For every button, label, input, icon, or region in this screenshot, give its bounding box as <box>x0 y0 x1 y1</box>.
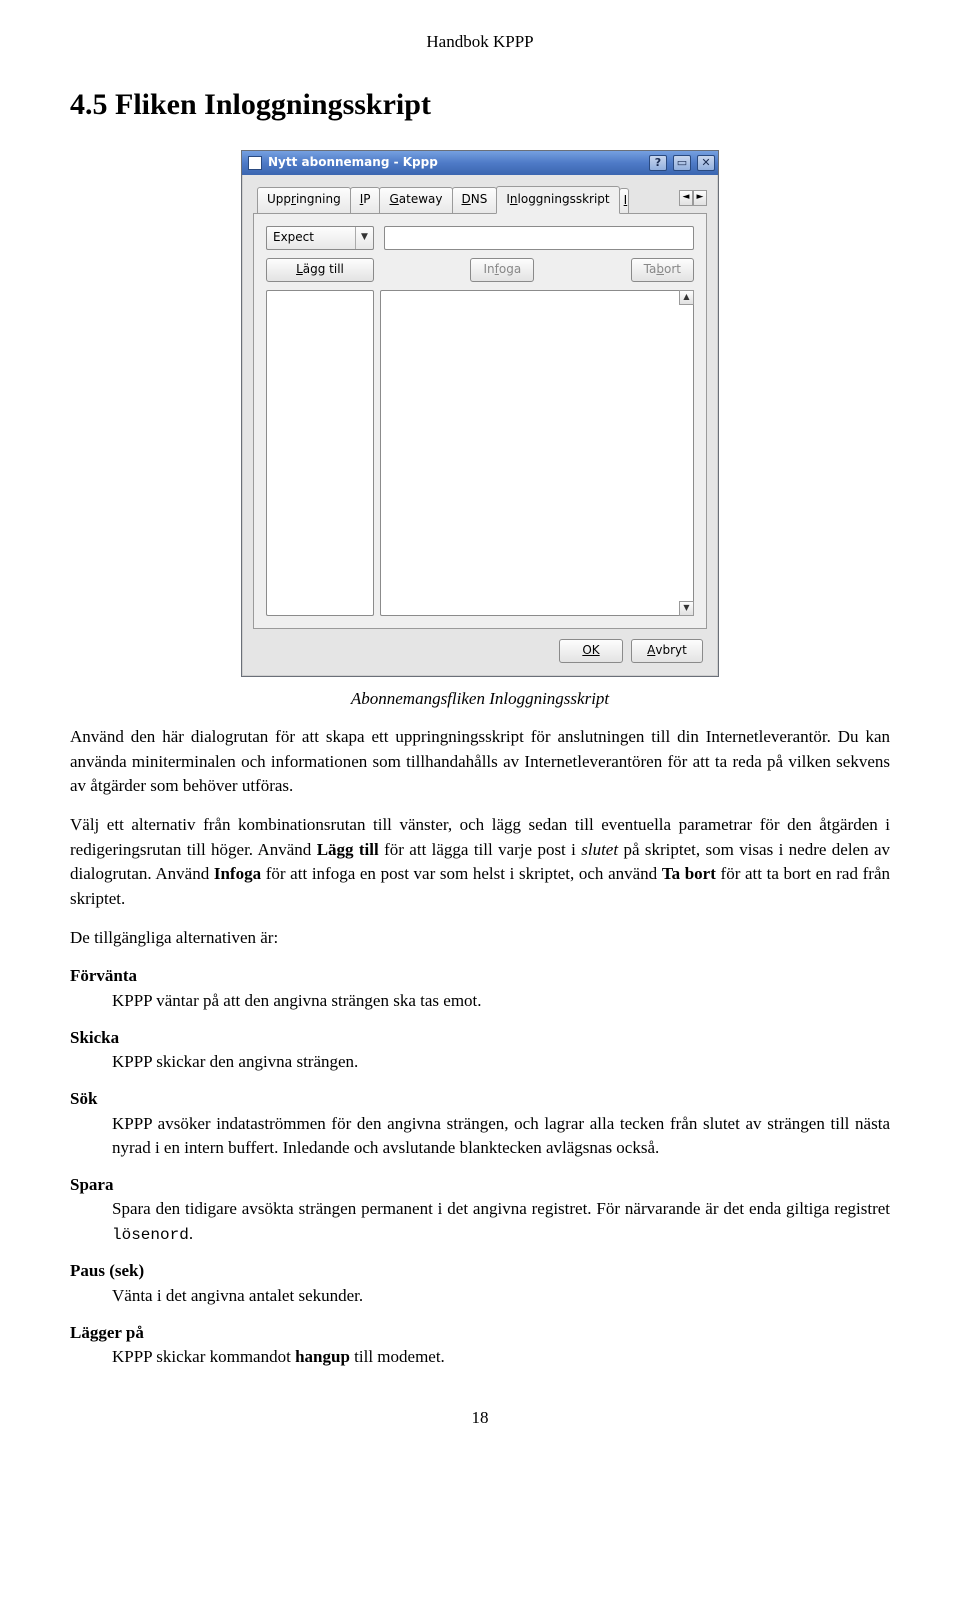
window-title: Nytt abonnemang - Kppp <box>268 154 643 171</box>
tabstrip: Uppringning IP Gateway DNS Inloggningssk… <box>253 185 707 213</box>
section-heading: 4.5 Fliken Inloggningsskript <box>70 83 890 127</box>
def-paus: Vänta i det angivna antalet sekunder. <box>112 1284 890 1309</box>
paragraph-options-intro: De tillgängliga alternativen är: <box>70 926 890 951</box>
term-lagger: Lägger på <box>70 1321 890 1346</box>
figure-caption: Abonnemangsfliken Inloggningsskript <box>70 687 890 712</box>
tab-uppringning[interactable]: Uppringning <box>257 187 351 212</box>
page-number: 18 <box>70 1406 890 1431</box>
cancel-button[interactable]: Avbryt <box>631 639 703 663</box>
dialog-body: Uppringning IP Gateway DNS Inloggningssk… <box>242 175 718 675</box>
script-indices-list[interactable] <box>266 290 374 616</box>
def-spara: Spara den tidigare avsökta strängen perm… <box>112 1197 890 1247</box>
tab-scroll-right-icon[interactable]: ► <box>693 190 707 206</box>
tab-gateway[interactable]: Gateway <box>379 187 452 212</box>
tabpanel: Expect ▼ Lägg till Infoga Ta bort ▲ ▼ <box>253 214 707 629</box>
ok-button[interactable]: OK <box>559 639 623 663</box>
tab-dns[interactable]: DNS <box>452 187 498 212</box>
scroll-down-icon[interactable]: ▼ <box>679 601 694 616</box>
combo-value: Expect <box>273 229 314 246</box>
kppp-dialog: Nytt abonnemang - Kppp ? ▭ ✕ Uppringning… <box>241 150 719 676</box>
term-skicka: Skicka <box>70 1026 890 1051</box>
paragraph-intro: Använd den här dialogrutan för att skapa… <box>70 725 890 799</box>
param-input[interactable] <box>384 226 694 250</box>
insert-button[interactable]: Infoga <box>470 258 534 282</box>
paragraph-usage: Välj ett alternativ från kombinationsrut… <box>70 813 890 912</box>
tab-scroller: ◄ ► <box>679 190 707 208</box>
app-icon <box>248 156 262 170</box>
script-entries-list[interactable]: ▲ ▼ <box>380 290 694 616</box>
def-forvana: KPPP väntar på att den angivna strängen … <box>112 989 890 1014</box>
remove-button[interactable]: Ta bort <box>631 258 694 282</box>
scroll-up-icon[interactable]: ▲ <box>679 290 694 305</box>
figure: Nytt abonnemang - Kppp ? ▭ ✕ Uppringning… <box>70 150 890 676</box>
term-paus: Paus (sek) <box>70 1259 890 1284</box>
term-spara: Spara <box>70 1173 890 1198</box>
tab-ip[interactable]: IP <box>350 187 381 212</box>
page-header: Handbok KPPP <box>70 30 890 55</box>
tab-overflow[interactable]: I <box>619 188 629 212</box>
def-skicka: KPPP skickar den angivna strängen. <box>112 1050 890 1075</box>
help-icon[interactable]: ? <box>649 155 667 171</box>
tab-scroll-left-icon[interactable]: ◄ <box>679 190 693 206</box>
minimize-icon[interactable]: ▭ <box>673 155 691 171</box>
titlebar: Nytt abonnemang - Kppp ? ▭ ✕ <box>242 151 718 175</box>
def-lagger: KPPP skickar kommandot hangup till modem… <box>112 1345 890 1370</box>
chevron-down-icon: ▼ <box>355 227 373 249</box>
term-forvana: Förvänta <box>70 964 890 989</box>
tab-inloggningsskript[interactable]: Inloggningsskript <box>496 186 619 213</box>
action-combo[interactable]: Expect ▼ <box>266 226 374 250</box>
add-button[interactable]: Lägg till <box>266 258 374 282</box>
def-sok: KPPP avsöker indataströmmen för den angi… <box>112 1112 890 1161</box>
close-icon[interactable]: ✕ <box>697 155 715 171</box>
term-sok: Sök <box>70 1087 890 1112</box>
